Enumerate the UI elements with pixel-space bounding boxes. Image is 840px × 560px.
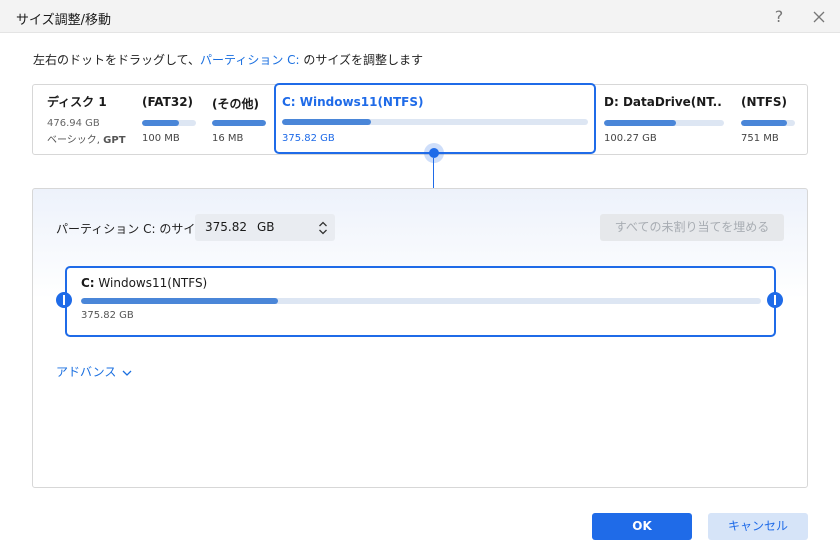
partition-usage-fill bbox=[604, 120, 676, 126]
partition-usage-fill bbox=[142, 120, 179, 126]
partition-usage-fill bbox=[741, 120, 787, 126]
slider-label-drive: C: bbox=[81, 276, 95, 290]
disk-type-bold: GPT bbox=[103, 135, 126, 146]
instruction-highlight: パーティション C: bbox=[200, 53, 300, 67]
partition-label: C: Windows11(NTFS) bbox=[282, 95, 424, 109]
close-button[interactable] bbox=[806, 4, 832, 30]
partition-size: 100.27 GB bbox=[604, 133, 657, 144]
partition-usage-bar bbox=[282, 119, 588, 125]
advanced-toggle[interactable]: アドバンス bbox=[56, 363, 132, 380]
disk-type-prefix: ベーシック, bbox=[47, 135, 104, 146]
disk-name: ディスク 1 bbox=[47, 95, 107, 109]
help-icon: ? bbox=[774, 7, 784, 26]
slider-usage-bar bbox=[81, 298, 761, 304]
left-resize-handle[interactable] bbox=[56, 292, 72, 308]
ok-button[interactable]: OK bbox=[592, 513, 692, 540]
partition-label: (NTFS) bbox=[741, 95, 788, 109]
disk-map: ディスク 1 476.94 GB ベーシック, GPT (FAT32) 100 … bbox=[32, 83, 808, 155]
partition-usage-fill bbox=[282, 119, 371, 125]
partition-size: 751 MB bbox=[741, 133, 779, 144]
instruction-before: 左右のドットをドラッグして、 bbox=[33, 53, 201, 67]
partition-label: D: DataDrive(NT... bbox=[604, 95, 722, 109]
title-bar: サイズ調整/移動 ? bbox=[0, 0, 840, 33]
right-resize-handle[interactable] bbox=[767, 292, 783, 308]
spinner-icon[interactable] bbox=[318, 220, 328, 236]
instruction-after: のサイズを調整します bbox=[299, 53, 424, 67]
cancel-button[interactable]: キャンセル bbox=[708, 513, 808, 540]
partition-d[interactable]: D: DataDrive(NT... 100.27 GB bbox=[604, 85, 728, 154]
help-button[interactable]: ? bbox=[766, 4, 792, 30]
partition-fat32[interactable]: (FAT32) 100 MB bbox=[142, 85, 204, 154]
partition-usage-fill bbox=[212, 120, 266, 126]
partition-label: (FAT32) bbox=[142, 95, 194, 109]
size-unit: GB bbox=[257, 220, 275, 234]
partition-size-input[interactable]: 375.82 GB bbox=[195, 214, 335, 241]
partition-size: 100 MB bbox=[142, 133, 180, 144]
partition-size: 16 MB bbox=[212, 133, 244, 144]
disk-type: ベーシック, GPT bbox=[47, 131, 126, 146]
partition-usage-bar bbox=[142, 120, 196, 126]
disk-info: ディスク 1 476.94 GB ベーシック, GPT bbox=[47, 93, 126, 146]
partition-usage-bar bbox=[212, 120, 266, 126]
close-icon bbox=[813, 11, 825, 23]
slider-label: C: Windows11(NTFS) bbox=[81, 276, 207, 290]
partition-ntfs[interactable]: (NTFS) 751 MB bbox=[741, 85, 803, 154]
partition-usage-bar bbox=[741, 120, 795, 126]
size-value: 375.82 bbox=[205, 220, 247, 234]
instruction-text: 左右のドットをドラッグして、パーティション C: のサイズを調整します bbox=[33, 51, 423, 68]
window-title: サイズ調整/移動 bbox=[16, 13, 111, 28]
partition-size-label: パーティション C: のサイズ bbox=[56, 222, 207, 236]
resize-panel: パーティション C: のサイズ 375.82 GB すべての未割り当てを埋める … bbox=[32, 188, 808, 488]
slider-size: 375.82 GB bbox=[81, 310, 134, 321]
partition-slider[interactable]: C: Windows11(NTFS) 375.82 GB bbox=[65, 266, 776, 337]
slider-usage-fill bbox=[81, 298, 279, 304]
partition-other[interactable]: (その他) 16 MB bbox=[212, 85, 272, 154]
slider-label-name: Windows11(NTFS) bbox=[94, 276, 208, 290]
advanced-label: アドバンス bbox=[56, 365, 117, 379]
partition-label: (その他) bbox=[212, 97, 259, 111]
chevron-down-icon bbox=[122, 370, 132, 376]
selection-connector-dot bbox=[429, 148, 439, 158]
fill-unallocated-button[interactable]: すべての未割り当てを埋める bbox=[600, 214, 784, 241]
partition-usage-bar bbox=[604, 120, 724, 126]
disk-size: 476.94 GB bbox=[47, 118, 100, 129]
partition-size: 375.82 GB bbox=[282, 133, 335, 144]
selection-connector-line bbox=[433, 158, 434, 188]
